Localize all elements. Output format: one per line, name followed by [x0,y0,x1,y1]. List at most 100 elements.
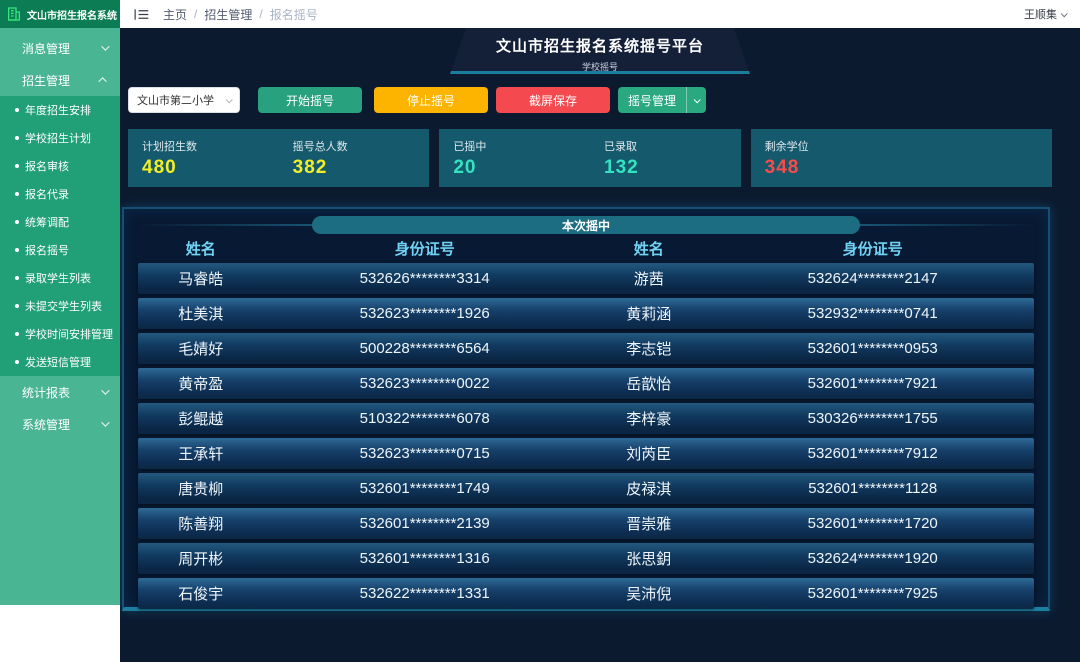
stat-total: 摇号总人数 382 [279,129,430,187]
student-name: 刘芮臣 [626,446,672,463]
app-title: 文山市招生报名系统 [27,10,117,22]
col-header-id: 身份证号 [394,241,455,258]
stat-label: 已录取 [604,141,637,153]
student-name: 晋崇雅 [626,516,672,533]
chevron-down-icon [101,418,110,427]
group-label: 消息管理 [22,41,71,56]
student-name: 唐贵柳 [178,481,224,498]
submenu-item-label: 年度招生安排 [25,105,91,117]
student-name: 张思鈅 [626,551,672,568]
table-row: 周开彬 532601********1316 张思鈅 532624*******… [138,543,1034,574]
stat-value: 132 [604,157,639,178]
student-name: 黄帝盈 [178,376,224,393]
student-id: 532624********1920 [807,550,938,567]
chevron-down-icon [693,95,701,103]
lottery-manage-dropdown[interactable] [686,87,706,113]
table-row: 石俊宇 532622********1331 吴沛倪 532601*******… [138,578,1034,609]
col-header-name: 姓名 [185,241,216,258]
bullet-icon [15,136,19,140]
student-id: 532601********0953 [807,340,938,357]
student-id: 532601********1316 [359,550,490,567]
sidebar-submenu-item[interactable]: 学校招生计划 [0,124,120,152]
screenshot-save-button[interactable]: 截屏保存 [496,87,610,113]
student-id: 532601********7921 [807,375,938,392]
sidebar-group-admissions[interactable]: 招生管理 [0,64,120,96]
student-id: 532601********1749 [359,480,490,497]
stat-card-plan: 计划招生数 480 摇号总人数 382 [128,129,430,187]
main-area: 主页 / 招生管理 / 报名摇号 王顺集 文山市招生报名系统摇号平台 学校摇号 … [120,0,1080,665]
col-header-name: 姓名 [633,241,664,258]
student-id: 532624********2147 [807,270,938,287]
group-label: 系统管理 [22,417,71,432]
group-label: 统计报表 [22,385,71,400]
student-name: 杜美淇 [178,306,224,323]
stat-card-remaining: 剩余学位 348 [750,129,1052,187]
table-row: 王承轩 532623********0715 刘芮臣 532601*******… [138,438,1034,469]
breadcrumb-admissions[interactable]: 招生管理 [204,6,252,23]
stat-value: 382 [292,157,328,178]
sidebar-group-reports[interactable]: 统计报表 [0,376,120,408]
topbar: 主页 / 招生管理 / 报名摇号 王顺集 [120,0,1080,28]
table-row: 毛婧好 500228********6564 李志铠 532601*******… [138,333,1034,364]
stat-label: 计划招生数 [142,141,197,153]
student-id: 532601********2139 [359,515,490,532]
sidebar-submenu-item[interactable]: 未提交学生列表 [0,292,120,320]
sidebar-submenu-item[interactable]: 统筹调配 [0,208,120,236]
sidebar-group-system[interactable]: 系统管理 [0,408,120,440]
student-id: 532623********0715 [359,445,490,462]
stop-lottery-button[interactable]: 停止摇号 [374,87,488,113]
sidebar-group-messages[interactable]: 消息管理 [0,32,120,64]
student-id: 532601********1720 [807,515,938,532]
student-name: 吴沛倪 [626,586,672,603]
results-table-panel: 本次摇中 姓名 身份证号 姓名 身份证号 马睿皓 532626********3… [122,207,1050,611]
school-select[interactable]: 文山市第二小学 [128,87,240,113]
student-name: 王承轩 [178,446,224,463]
sidebar-submenu-item[interactable]: 发送短信管理 [0,348,120,376]
sidebar-submenu-item[interactable]: 学校时间安排管理 [0,320,120,348]
breadcrumb-separator: / [259,7,263,21]
platform-banner: 文山市招生报名系统摇号平台 学校摇号 [450,28,750,74]
group-label: 招生管理 [22,73,71,88]
student-id: 532601********1128 [808,480,938,497]
stat-label: 摇号总人数 [292,141,348,153]
sidebar-submenu: 年度招生安排 学校招生计划 报名审核 报名代录 统筹调配 报名摇号 录取学生列表… [0,96,120,376]
controls-bar: 文山市第二小学 开始摇号 停止摇号 截屏保存 摇号管理 [128,87,1052,113]
bullet-icon [15,220,19,224]
sidebar-submenu-item[interactable]: 报名摇号 [0,236,120,264]
collapse-sidebar-icon[interactable] [134,8,149,21]
student-name: 彭鲲越 [178,411,224,428]
stat-value: 20 [453,157,477,178]
bullet-icon [15,360,19,364]
chevron-down-icon [101,386,110,395]
user-name: 王顺集 [1024,9,1057,21]
breadcrumb-home[interactable]: 主页 [163,6,187,23]
breadcrumb-separator: / [194,7,198,21]
submenu-item-label: 报名摇号 [25,245,69,257]
bullet-icon [15,248,19,252]
sidebar-submenu-item[interactable]: 报名代录 [0,180,120,208]
student-id: 532932********0741 [807,305,938,322]
student-name: 石俊宇 [178,586,224,603]
sidebar-submenu-item[interactable]: 年度招生安排 [0,96,120,124]
school-select-value: 文山市第二小学 [137,95,214,107]
bullet-icon [15,192,19,196]
stat-label: 剩余学位 [764,141,809,153]
submenu-item-label: 录取学生列表 [25,273,91,285]
stat-label: 已摇中 [453,141,487,153]
submenu-item-label: 学校时间安排管理 [25,329,113,341]
student-id: 532601********7925 [807,585,938,602]
sidebar-submenu-item[interactable]: 报名审核 [0,152,120,180]
chevron-down-icon [225,95,233,103]
submenu-item-label: 未提交学生列表 [25,301,102,313]
sidebar-submenu-item[interactable]: 录取学生列表 [0,264,120,292]
start-lottery-button[interactable]: 开始摇号 [258,87,362,113]
user-menu[interactable]: 王顺集 [1024,6,1068,22]
student-id: 532601********7912 [807,445,938,462]
student-id: 530326********1755 [807,410,938,427]
chevron-up-icon [98,77,107,86]
student-id: 500228********6564 [359,340,490,357]
stat-card-progress: 已摇中 20 已录取 132 [439,129,741,187]
lottery-manage-button[interactable]: 摇号管理 [618,87,707,113]
app-root: 文山市招生报名系统 消息管理 招生管理 年度招生安排 学校招生计划 报名审核 报… [0,0,1080,665]
student-id: 510322********6078 [359,410,490,427]
